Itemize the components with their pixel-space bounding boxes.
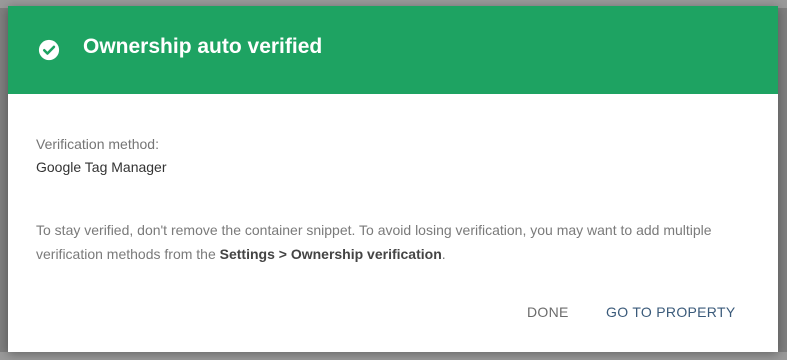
- backdrop-bottom-strip: [0, 352, 787, 360]
- info-text: To stay verified, don't remove the conta…: [36, 218, 756, 266]
- dialog-title: Ownership auto verified: [83, 35, 323, 58]
- dialog-header: Ownership auto verified: [8, 6, 778, 94]
- verification-dialog: Ownership auto verified Verification met…: [8, 6, 778, 352]
- settings-path: Settings > Ownership verification: [219, 246, 442, 262]
- verification-method-value: Google Tag Manager: [36, 159, 167, 175]
- info-text-part2: .: [441, 246, 446, 262]
- go-to-property-button[interactable]: GO TO PROPERTY: [606, 304, 735, 320]
- check-circle-icon: [38, 39, 60, 61]
- done-button[interactable]: DONE: [527, 304, 569, 320]
- verification-method-label: Verification method:: [36, 136, 159, 152]
